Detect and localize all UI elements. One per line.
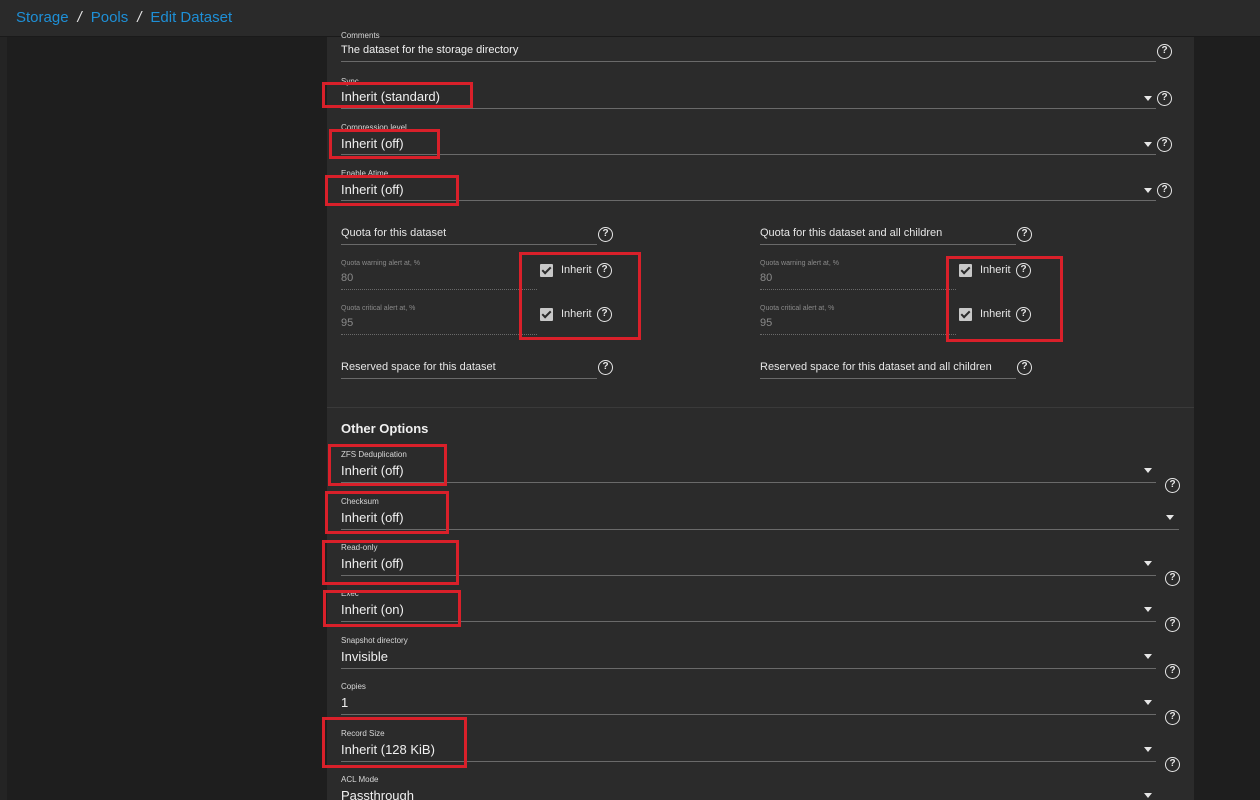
quota-dataset-critical-underline (341, 334, 537, 335)
quota-dataset-warning-underline (341, 289, 537, 290)
chevron-down-icon[interactable] (1144, 793, 1152, 798)
snapdir-select[interactable]: Snapshot directory Invisible ? (327, 636, 1194, 679)
quota-children-warning-underline (760, 289, 956, 290)
comments-field[interactable]: Comments The dataset for the storage dir… (327, 31, 1194, 67)
compression-underline (341, 154, 1156, 155)
breadcrumb: Storage / Pools / Edit Dataset (16, 9, 232, 26)
chevron-down-icon[interactable] (1144, 468, 1152, 473)
other-options-title: Other Options (341, 421, 429, 436)
snapdir-value: Invisible (341, 649, 388, 664)
checksum-underline (341, 529, 1179, 530)
copies-value: 1 (341, 695, 349, 710)
comments-underline (341, 61, 1156, 62)
help-circle-icon[interactable]: ? (1157, 91, 1172, 106)
help-circle-icon[interactable]: ? (1165, 757, 1180, 772)
comments-input[interactable]: The dataset for the storage directory (341, 44, 518, 56)
quota-children-critical-label: Quota critical alert at, % (760, 305, 835, 312)
chevron-down-icon[interactable] (1144, 96, 1152, 101)
checksum-select[interactable]: Checksum Inherit (off) (327, 497, 1194, 531)
quota-children-critical-underline (760, 334, 956, 335)
quota-children-critical-input[interactable]: 95 (760, 317, 772, 329)
chevron-down-icon[interactable] (1144, 700, 1152, 705)
help-circle-icon[interactable]: ? (1165, 478, 1180, 493)
breadcrumb-separator: / (137, 9, 142, 26)
quota-dataset-title: Quota for this dataset (341, 227, 447, 239)
quota-dataset-warning-input[interactable]: 80 (341, 272, 353, 284)
dedup-select[interactable]: ZFS Deduplication Inherit (off) ? (327, 450, 1194, 493)
snapdir-label: Snapshot directory (341, 636, 408, 645)
help-circle-icon[interactable]: ? (1165, 664, 1180, 679)
help-circle-icon[interactable]: ? (1157, 137, 1172, 152)
help-circle-icon[interactable]: ? (598, 360, 613, 375)
quota-dataset-inherit-highlight (519, 252, 641, 340)
dedup-highlight (328, 444, 447, 486)
reserved-dataset-title: Reserved space for this dataset (341, 361, 496, 373)
quota-children-inherit-highlight (946, 256, 1063, 342)
sync-highlight (322, 82, 473, 108)
help-circle-icon[interactable]: ? (1157, 44, 1172, 59)
help-circle-icon[interactable]: ? (1165, 710, 1180, 725)
help-circle-icon[interactable]: ? (1165, 571, 1180, 586)
compression-select[interactable]: Compression level Inherit (off) ? (327, 123, 1194, 157)
chevron-down-icon[interactable] (1144, 188, 1152, 193)
help-circle-icon[interactable]: ? (1017, 227, 1032, 242)
copies-select[interactable]: Copies 1 ? (327, 682, 1194, 725)
aclmode-value: Passthrough (341, 788, 414, 800)
aclmode-label: ACL Mode (341, 775, 379, 784)
breadcrumb-edit-dataset[interactable]: Edit Dataset (150, 9, 232, 26)
aclmode-select[interactable]: ACL Mode Passthrough (327, 775, 1194, 800)
checksum-highlight (325, 491, 449, 534)
chevron-down-icon[interactable] (1144, 142, 1152, 147)
reserved-dataset-underline (341, 378, 597, 379)
quota-dataset-critical-input[interactable]: 95 (341, 317, 353, 329)
chevron-down-icon[interactable] (1144, 654, 1152, 659)
quota-children-warning-label: Quota warning alert at, % (760, 260, 839, 267)
help-circle-icon[interactable]: ? (598, 227, 613, 242)
recordsize-highlight (322, 717, 467, 768)
comments-label: Comments (341, 31, 380, 40)
edit-dataset-form: Comments The dataset for the storage dir… (322, 31, 1194, 800)
chevron-down-icon[interactable] (1166, 515, 1174, 520)
readonly-underline (341, 575, 1156, 576)
chevron-down-icon[interactable] (1144, 747, 1152, 752)
left-edge (0, 37, 7, 800)
snapdir-underline (341, 668, 1156, 669)
chevron-down-icon[interactable] (1144, 561, 1152, 566)
quota-children-warning-input[interactable]: 80 (760, 272, 772, 284)
quota-children-underline (760, 244, 1016, 245)
quota-children-title: Quota for this dataset and all children (760, 227, 943, 239)
breadcrumb-pools[interactable]: Pools (91, 9, 129, 26)
chevron-down-icon[interactable] (1144, 607, 1152, 612)
copies-underline (341, 714, 1156, 715)
exec-underline (341, 621, 1156, 622)
quota-dataset-critical-label: Quota critical alert at, % (341, 305, 416, 312)
reserved-children-underline (760, 378, 1016, 379)
atime-highlight (325, 175, 459, 206)
help-circle-icon[interactable]: ? (1017, 360, 1032, 375)
breadcrumb-storage[interactable]: Storage (16, 9, 69, 26)
compression-highlight (329, 129, 440, 159)
quota-dataset-warning-label: Quota warning alert at, % (341, 260, 420, 267)
breadcrumb-separator: / (77, 9, 82, 26)
copies-label: Copies (341, 682, 366, 691)
help-circle-icon[interactable]: ? (1165, 617, 1180, 632)
atime-underline (341, 200, 1156, 201)
quota-dataset-underline (341, 244, 597, 245)
help-circle-icon[interactable]: ? (1157, 183, 1172, 198)
readonly-highlight (322, 540, 459, 585)
sync-underline (341, 108, 1156, 109)
reserved-children-title: Reserved space for this dataset and all … (760, 361, 992, 373)
top-bar: Storage / Pools / Edit Dataset (0, 0, 1260, 37)
section-divider (327, 407, 1194, 408)
dedup-underline (341, 482, 1156, 483)
exec-highlight (323, 590, 461, 627)
